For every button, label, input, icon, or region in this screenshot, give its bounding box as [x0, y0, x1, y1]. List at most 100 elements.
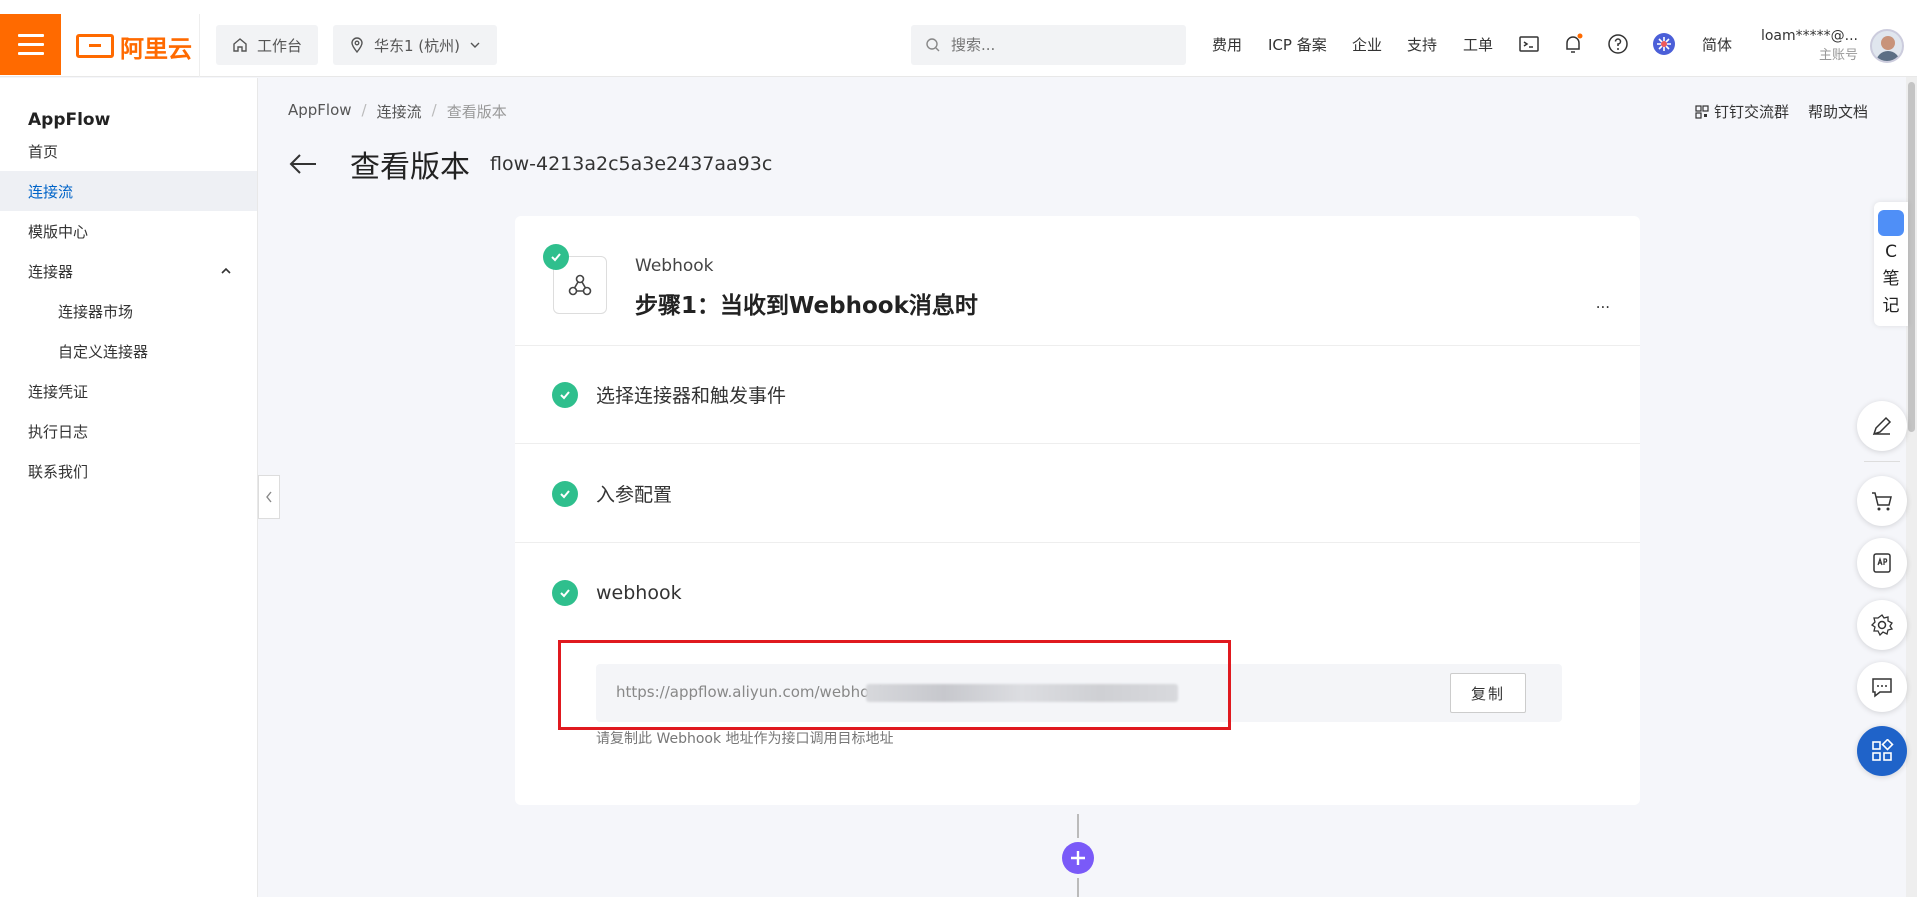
back-arrow-icon[interactable]: [288, 152, 318, 176]
notes-tab-label-1: 笔: [1882, 269, 1900, 289]
sidebar-item-home[interactable]: 首页: [0, 131, 257, 171]
more-options-button[interactable]: ...: [1596, 294, 1610, 312]
search-input[interactable]: [951, 36, 1171, 54]
sidebar-item-logs[interactable]: 执行日志: [0, 411, 257, 451]
ai-assistant-icon[interactable]: [1652, 32, 1676, 56]
page-title: 查看版本: [350, 150, 470, 185]
chevron-left-icon: [266, 491, 272, 503]
section-label: 入参配置: [596, 484, 673, 506]
breadcrumb: AppFlow / 连接流 / 查看版本: [288, 101, 507, 122]
aliyun-logo[interactable]: 阿里云: [76, 26, 192, 66]
sidebar-collapse-button[interactable]: [258, 475, 280, 519]
page-header: 查看版本 flow-4213a2c5a3e2437aa93c: [288, 142, 772, 186]
page-scrollbar[interactable]: [1906, 77, 1917, 897]
user-role: 主账号: [1818, 48, 1858, 63]
sidebar-item-connectors[interactable]: 连接器: [0, 251, 257, 291]
chat-icon: [1872, 678, 1892, 698]
nav-link-icp[interactable]: ICP 备案: [1268, 34, 1327, 55]
sidebar-item-label: 执行日志: [28, 422, 89, 441]
section-label: 选择连接器和触发事件: [596, 385, 787, 407]
check-icon: [552, 480, 578, 507]
cart-button[interactable]: [1857, 476, 1907, 526]
aliyun-logo-icon: [76, 34, 114, 58]
sidebar: AppFlow 首页 连接流 模版中心 连接器 连接器市场 自定义连接器 连接凭…: [0, 78, 258, 897]
settings-button[interactable]: [1857, 600, 1907, 650]
step-section-connector-event[interactable]: 选择连接器和触发事件: [515, 346, 1640, 444]
app-icon: [1873, 553, 1891, 573]
chevron-up-icon: [221, 267, 231, 274]
sidebar-item-contact[interactable]: 联系我们: [0, 451, 257, 491]
dingtalk-group-link[interactable]: 钉钉交流群: [1695, 101, 1789, 122]
breadcrumb-current: 查看版本: [446, 103, 507, 121]
step-section-params[interactable]: 入参配置: [515, 445, 1640, 543]
apps-grid-icon: [1872, 739, 1894, 761]
apps-grid-button[interactable]: [1857, 726, 1907, 776]
step-title: 步骤1：当收到Webhook消息时: [635, 293, 978, 319]
region-selector[interactable]: 华东1 (杭州): [333, 25, 498, 65]
sidebar-item-label: 连接器: [28, 262, 74, 281]
home-icon: [233, 38, 247, 52]
nav-link-support[interactable]: 支持: [1407, 34, 1437, 55]
user-account[interactable]: loam*****@... 主账号: [1758, 26, 1858, 66]
brand-name: 阿里云: [120, 34, 192, 63]
workbench-button[interactable]: 工作台: [216, 25, 319, 65]
divider: [1864, 461, 1900, 462]
sidebar-item-flows[interactable]: 连接流: [0, 171, 257, 211]
check-icon: [552, 381, 578, 408]
nav-link-enterprise[interactable]: 企业: [1352, 34, 1382, 55]
sidebar-item-custom-connector[interactable]: 自定义连接器: [0, 331, 257, 371]
nav-link-ticket[interactable]: 工单: [1463, 34, 1493, 55]
step-header: Webhook 步骤1：当收到Webhook消息时 ...: [515, 216, 1640, 346]
copy-button[interactable]: 复制: [1450, 673, 1526, 713]
pencil-icon: [1872, 416, 1892, 436]
help-icon[interactable]: [1606, 32, 1630, 56]
hamburger-menu-button[interactable]: [0, 14, 61, 75]
sidebar-item-credentials[interactable]: 连接凭证: [0, 371, 257, 411]
nav-link-fee[interactable]: 费用: [1212, 34, 1242, 55]
dingtalk-group-label: 钉钉交流群: [1714, 103, 1790, 121]
terminal-icon[interactable]: [1517, 32, 1541, 56]
breadcrumb-separator: /: [361, 101, 367, 119]
sidebar-title: AppFlow: [28, 110, 111, 130]
notes-tab[interactable]: C 笔 记: [1874, 202, 1908, 326]
help-docs-label: 帮助文档: [1808, 103, 1869, 121]
divider: [199, 14, 200, 77]
app-button[interactable]: [1857, 538, 1907, 588]
sidebar-item-label: 自定义连接器: [58, 342, 149, 361]
chevron-down-icon: [470, 42, 480, 48]
cart-icon: [1872, 492, 1892, 511]
top-navigation-bar: 阿里云 工作台 华东1 (杭州) 费用 ICP 备案 企业 支持 工单 简体 l…: [0, 0, 1917, 77]
location-icon: [351, 37, 363, 53]
highlight-annotation: [558, 640, 1231, 730]
bell-icon[interactable]: [1561, 32, 1585, 56]
sidebar-item-label: 连接凭证: [28, 382, 89, 401]
plus-icon: [1071, 851, 1085, 865]
webhook-hint: 请复制此 Webhook 地址作为接口调用目标地址: [596, 731, 894, 747]
breadcrumb-appflow[interactable]: AppFlow: [288, 101, 352, 122]
sidebar-item-label: 模版中心: [28, 222, 89, 241]
qr-code-icon: [1695, 104, 1709, 119]
check-icon: [552, 580, 578, 606]
step-connector-name: Webhook: [635, 256, 714, 276]
sidebar-item-label: 联系我们: [28, 462, 89, 481]
flow-id: flow-4213a2c5a3e2437aa93c: [490, 153, 773, 175]
sidebar-item-label: 连接流: [28, 182, 74, 201]
avatar[interactable]: [1870, 29, 1904, 63]
step-section-webhook[interactable]: webhook: [515, 544, 1640, 642]
global-search[interactable]: [911, 25, 1186, 65]
region-label: 华东1 (杭州): [374, 36, 461, 55]
flow-connector-line: [1077, 814, 1079, 838]
sidebar-item-connector-market[interactable]: 连接器市场: [0, 291, 257, 331]
feedback-edit-button[interactable]: [1857, 401, 1907, 451]
section-label: webhook: [596, 582, 682, 604]
sidebar-item-templates[interactable]: 模版中心: [0, 211, 257, 251]
check-icon: [543, 244, 569, 270]
add-step-button[interactable]: [1062, 842, 1094, 874]
breadcrumb-flows[interactable]: 连接流: [377, 101, 422, 122]
scrollbar-thumb[interactable]: [1908, 82, 1915, 432]
language-switch[interactable]: 简体: [1702, 34, 1732, 55]
help-docs-link[interactable]: 帮助文档: [1808, 101, 1868, 122]
chat-button[interactable]: [1857, 662, 1907, 712]
webhook-icon: [568, 274, 592, 296]
sidebar-item-label: 首页: [28, 142, 59, 161]
